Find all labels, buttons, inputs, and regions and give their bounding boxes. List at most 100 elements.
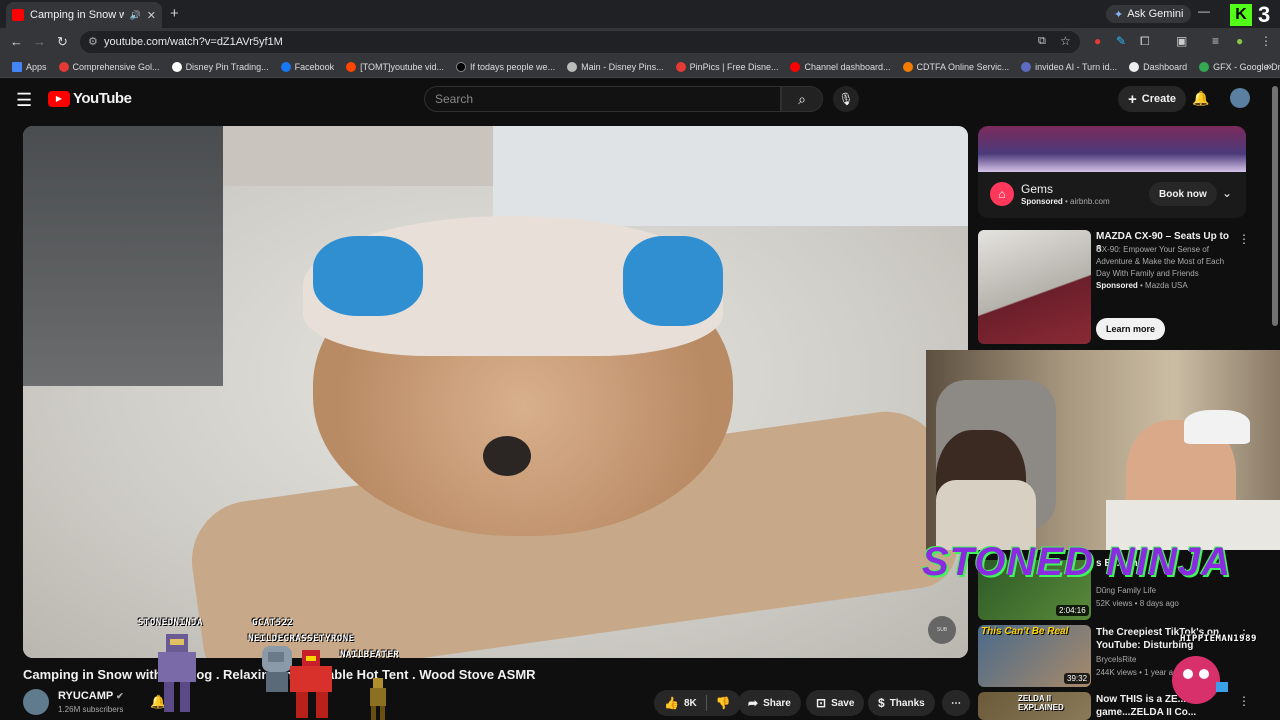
ad-name: Gems — [1021, 182, 1054, 196]
channel-avatar[interactable] — [23, 689, 49, 715]
search-input[interactable]: Search — [424, 86, 781, 112]
bookmark-item[interactable]: CDTFA Online Servic... — [897, 61, 1016, 72]
chrome-menu-icon[interactable]: ⋮ — [1260, 34, 1272, 48]
kick-logo-icon: K — [1230, 4, 1252, 26]
ad-thumbnail[interactable] — [978, 230, 1091, 344]
bookmark-item[interactable]: Dashboard — [1123, 61, 1193, 72]
new-tab-button[interactable]: + — [170, 5, 179, 22]
bookmark-label: CDTFA Online Servic... — [916, 61, 1010, 72]
bookmark-label: Facebook — [294, 61, 335, 72]
create-label: Create — [1141, 93, 1177, 105]
webcam-cap — [1184, 410, 1250, 444]
bookmark-favicon-icon — [902, 61, 913, 72]
cast-icon[interactable]: ⧉ — [1038, 35, 1046, 48]
youtube-header: ☰ ▶ YouTube Search ⌕ 🎙 + Create 🔔 — [0, 78, 1280, 120]
page-scrollbar[interactable] — [1272, 86, 1278, 326]
like-button[interactable]: 👍 8K 👎 — [654, 690, 741, 716]
ad-domain: airbnb.com — [1070, 197, 1110, 206]
channel-watermark[interactable]: SUB — [928, 616, 956, 644]
channel-name[interactable]: RYUCAMP ✔ — [58, 690, 124, 702]
sprite-character-hippieman1989 — [1172, 656, 1228, 704]
subscriber-count: 1.26M subscribers — [58, 705, 124, 714]
sidepanel-icon[interactable]: ▣ — [1176, 34, 1187, 48]
bookmarks-overflow-icon[interactable]: » — [1266, 61, 1272, 73]
bookmark-label: Dashboard — [1143, 61, 1188, 72]
learn-more-button[interactable]: Learn more — [1096, 318, 1166, 340]
bookmark-item[interactable]: [TOMT]youtube vid... — [340, 61, 450, 72]
extension-red-icon[interactable]: ● — [1094, 34, 1101, 48]
youtube-favicon-icon — [12, 9, 24, 21]
site-info-icon[interactable]: ⚙ — [88, 35, 98, 48]
chevron-down-icon[interactable]: ⌄ — [1222, 186, 1232, 200]
sprite-name: GCAT522 — [252, 618, 294, 628]
bookmark-item[interactable]: Comprehensive Gol... — [53, 61, 166, 72]
ad-banner-image — [978, 126, 1246, 172]
reading-list-icon[interactable]: ≡ — [1212, 34, 1219, 48]
profile-icon[interactable]: ● — [1236, 34, 1243, 48]
streamer-webcam — [926, 350, 1280, 550]
bookmark-favicon-icon — [171, 61, 182, 72]
search-button[interactable]: ⌕ — [781, 86, 823, 112]
url-text: youtube.com/watch?v=dZ1AVr5yf1M — [104, 36, 283, 48]
bookmark-item[interactable]: Channel dashboard... — [784, 61, 896, 72]
forward-icon[interactable]: → — [33, 34, 46, 49]
browser-tab[interactable]: Camping in Snow with My 🔊 ✕ — [6, 2, 162, 28]
bookmark-label: [TOMT]youtube vid... — [360, 61, 445, 72]
share-button[interactable]: ➦ Share — [738, 690, 801, 716]
bookmark-favicon-icon — [1021, 61, 1032, 72]
sidebar-ad-airbnb[interactable]: ⌂ Gems Sponsored • airbnb.com Book now ⌄ — [978, 126, 1246, 218]
facebook-icon — [280, 61, 291, 72]
extension-blue-icon[interactable]: ✎ — [1116, 34, 1126, 48]
bookmark-item[interactable]: Facebook — [275, 61, 341, 72]
bookmark-label: PinPics | Free Disne... — [689, 61, 779, 72]
sprite-name: NAILBEATER — [340, 650, 400, 660]
bookmark-label: Comprehensive Gol... — [72, 61, 160, 72]
bookmark-item[interactable]: Apps — [6, 61, 53, 72]
thumbs-up-icon: 👍 — [664, 696, 679, 710]
account-avatar[interactable] — [1230, 88, 1250, 108]
video-player[interactable]: SUB — [23, 126, 968, 658]
sprite-character-nailbeater — [370, 678, 386, 720]
bookmark-item[interactable]: If todays people we... — [450, 61, 561, 72]
bookmark-icon: ⊡ — [816, 696, 827, 710]
address-bar[interactable]: ⚙ youtube.com/watch?v=dZ1AVr5yf1M ⧉ ☆ — [80, 31, 1080, 53]
reload-icon[interactable]: ↻ — [57, 34, 68, 50]
bookmark-item[interactable]: Main - Disney Pins... — [561, 61, 670, 72]
save-button[interactable]: ⊡ Save — [806, 690, 865, 716]
ad-sponsor-line: Sponsored • Mazda USA — [1096, 281, 1188, 290]
more-options-icon[interactable]: ⋮ — [1238, 694, 1250, 708]
bookmark-item[interactable]: Disney Pin Trading... — [166, 61, 275, 72]
notifications-bell-icon[interactable]: 🔔 — [1192, 90, 1209, 107]
ask-gemini-button[interactable]: ✦ Ask Gemini — [1106, 5, 1192, 23]
more-actions-button[interactable]: ⋯ — [942, 690, 970, 716]
youtube-play-icon: ▶ — [48, 90, 70, 107]
video-channel: Dũng Family Life — [1096, 586, 1157, 595]
bookmarks-bar: Apps Comprehensive Gol... Disney Pin Tra… — [0, 56, 1280, 78]
book-now-button[interactable]: Book now — [1149, 182, 1217, 206]
bookmark-item[interactable]: PinPics | Free Disne... — [670, 61, 785, 72]
menu-icon[interactable]: ☰ — [16, 90, 32, 111]
extensions-puzzle-icon[interactable]: ⧠ — [1140, 34, 1150, 49]
thumbs-down-icon[interactable]: 👎 — [716, 696, 731, 710]
minimize-icon[interactable]: — — [1198, 4, 1210, 18]
tab-strip: Camping in Snow with My 🔊 ✕ + ✦ Ask Gemi… — [0, 0, 1280, 28]
video-thumbnail[interactable]: ZELDA II EXPLAINED — [978, 692, 1091, 720]
video-channel: BrycelsRite — [1096, 655, 1137, 664]
google-drive-icon — [1199, 61, 1210, 72]
thumbnail-text: ZELDA II EXPLAINED — [1018, 694, 1064, 712]
verified-icon: ✔ — [116, 691, 124, 701]
channel-name-text: RYUCAMP — [58, 690, 114, 702]
youtube-logo-text: YouTube — [73, 90, 132, 107]
bookmark-star-icon[interactable]: ☆ — [1060, 34, 1071, 48]
tab-close-icon[interactable]: ✕ — [147, 9, 156, 22]
share-icon: ➦ — [748, 696, 759, 710]
thanks-button[interactable]: $ Thanks — [868, 690, 935, 716]
ad-advertiser: Mazda USA — [1145, 281, 1188, 290]
youtube-logo[interactable]: ▶ YouTube — [48, 90, 132, 107]
back-icon[interactable]: ← — [10, 34, 23, 49]
speaker-icon[interactable]: 🔊 — [130, 10, 141, 21]
voice-search-button[interactable]: 🎙 — [833, 86, 859, 112]
more-options-icon[interactable]: ⋮ — [1238, 232, 1250, 246]
bookmark-item[interactable]: invideo AI - Turn id... — [1015, 61, 1123, 72]
create-button[interactable]: + Create — [1118, 86, 1187, 112]
